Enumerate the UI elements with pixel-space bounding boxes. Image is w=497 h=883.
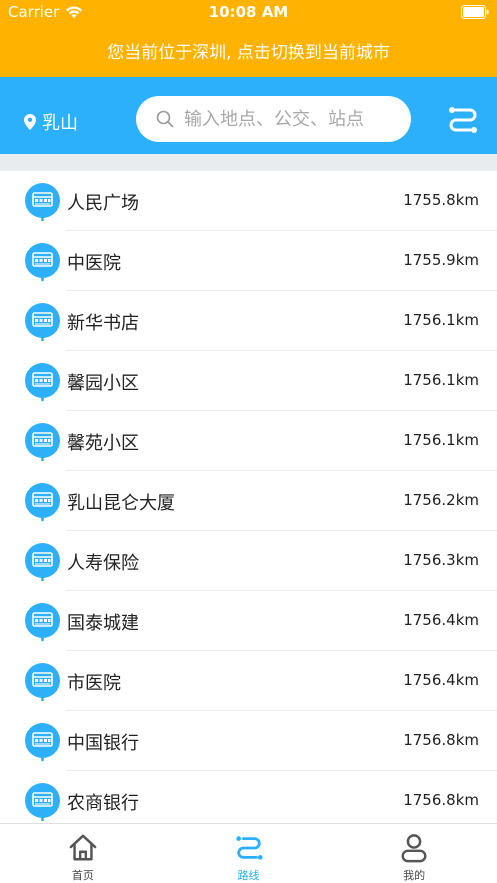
- stop-row[interactable]: 人民广场 1755.8km: [0, 171, 497, 231]
- route-icon: [235, 836, 263, 860]
- search-icon: [156, 110, 174, 128]
- bus-stop-icon: [25, 483, 60, 521]
- stop-row[interactable]: 国泰城建 1756.4km: [0, 591, 497, 651]
- switch-city-prompt[interactable]: 您当前位于深圳, 点击切换到当前城市: [0, 38, 497, 63]
- search-input[interactable]: [184, 108, 404, 130]
- city-selector[interactable]: 乳山: [24, 109, 78, 135]
- tab-route-label: 路线: [237, 869, 260, 882]
- bus-stop-icon: [25, 423, 60, 461]
- stop-distance: 1755.8km: [403, 191, 479, 209]
- bus-stop-icon: [25, 783, 60, 821]
- stop-distance: 1756.2km: [403, 491, 479, 509]
- stop-row[interactable]: 市医院 1756.4km: [0, 651, 497, 711]
- stop-name: 国泰城建: [67, 613, 139, 634]
- tab-profile[interactable]: 我的: [331, 824, 497, 883]
- stop-row[interactable]: 中国银行 1756.8km: [0, 711, 497, 771]
- status-bar: Carrier 10:08 AM: [0, 0, 497, 25]
- search-bar[interactable]: [136, 96, 411, 142]
- bus-stop-icon: [25, 183, 60, 221]
- bus-stop-icon: [25, 723, 60, 761]
- tab-profile-label: 我的: [403, 869, 426, 882]
- stop-distance: 1756.8km: [403, 791, 479, 809]
- tab-home[interactable]: 首页: [0, 824, 166, 883]
- stop-distance: 1756.3km: [403, 551, 479, 569]
- stop-row[interactable]: 农商银行 1756.8km: [0, 771, 497, 823]
- bus-stop-icon: [25, 603, 60, 641]
- home-icon: [69, 834, 97, 861]
- stop-row[interactable]: 中医院 1755.9km: [0, 231, 497, 291]
- header-bar: 乳山: [0, 77, 497, 154]
- stop-row[interactable]: 馨苑小区 1756.1km: [0, 411, 497, 471]
- bus-stop-icon: [25, 363, 60, 401]
- stop-name: 中医院: [67, 253, 121, 274]
- profile-icon: [401, 834, 427, 863]
- bus-stop-icon: [25, 543, 60, 581]
- stop-distance: 1756.1km: [403, 431, 479, 449]
- stop-row[interactable]: 新华书店 1756.1km: [0, 291, 497, 351]
- stop-distance: 1756.1km: [403, 311, 479, 329]
- stop-name: 中国银行: [67, 733, 139, 754]
- stop-name: 市医院: [67, 673, 121, 694]
- stop-name: 农商银行: [67, 793, 139, 814]
- stop-name: 人寿保险: [67, 553, 139, 574]
- stop-distance: 1756.4km: [403, 671, 479, 689]
- battery-icon: [461, 5, 489, 19]
- stop-distance: 1756.1km: [403, 371, 479, 389]
- bus-stop-icon: [25, 663, 60, 701]
- route-planner-icon[interactable]: [447, 105, 479, 135]
- bus-stop-icon: [25, 243, 60, 281]
- stop-name: 馨园小区: [67, 373, 139, 394]
- location-pin-icon: [24, 114, 36, 130]
- stop-row[interactable]: 人寿保险 1756.3km: [0, 531, 497, 591]
- nearby-stops-list[interactable]: 人民广场 1755.8km 中医院 1755.9km 新华书店 1756.1km 馨园…: [0, 171, 497, 823]
- stop-row[interactable]: 乳山昆仑大厦 1756.2km: [0, 471, 497, 531]
- section-divider: [0, 154, 497, 171]
- clock: 10:08 AM: [208, 3, 289, 21]
- stop-distance: 1755.9km: [403, 251, 479, 269]
- bus-stop-icon: [25, 303, 60, 341]
- tab-bar: 首页 路线 我的: [0, 823, 497, 883]
- location-banner[interactable]: Carrier 10:08 AM 您当前位于深圳, 点击切换到当前城市: [0, 0, 497, 77]
- stop-distance: 1756.8km: [403, 731, 479, 749]
- city-name: 乳山: [42, 113, 78, 134]
- stop-name: 馨苑小区: [67, 433, 139, 454]
- stop-name: 新华书店: [67, 313, 139, 334]
- stop-name: 乳山昆仑大厦: [67, 493, 175, 514]
- stop-row[interactable]: 馨园小区 1756.1km: [0, 351, 497, 411]
- stop-distance: 1756.4km: [403, 611, 479, 629]
- tab-route[interactable]: 路线: [166, 824, 332, 883]
- tab-home-label: 首页: [71, 869, 94, 882]
- stop-name: 人民广场: [67, 193, 139, 214]
